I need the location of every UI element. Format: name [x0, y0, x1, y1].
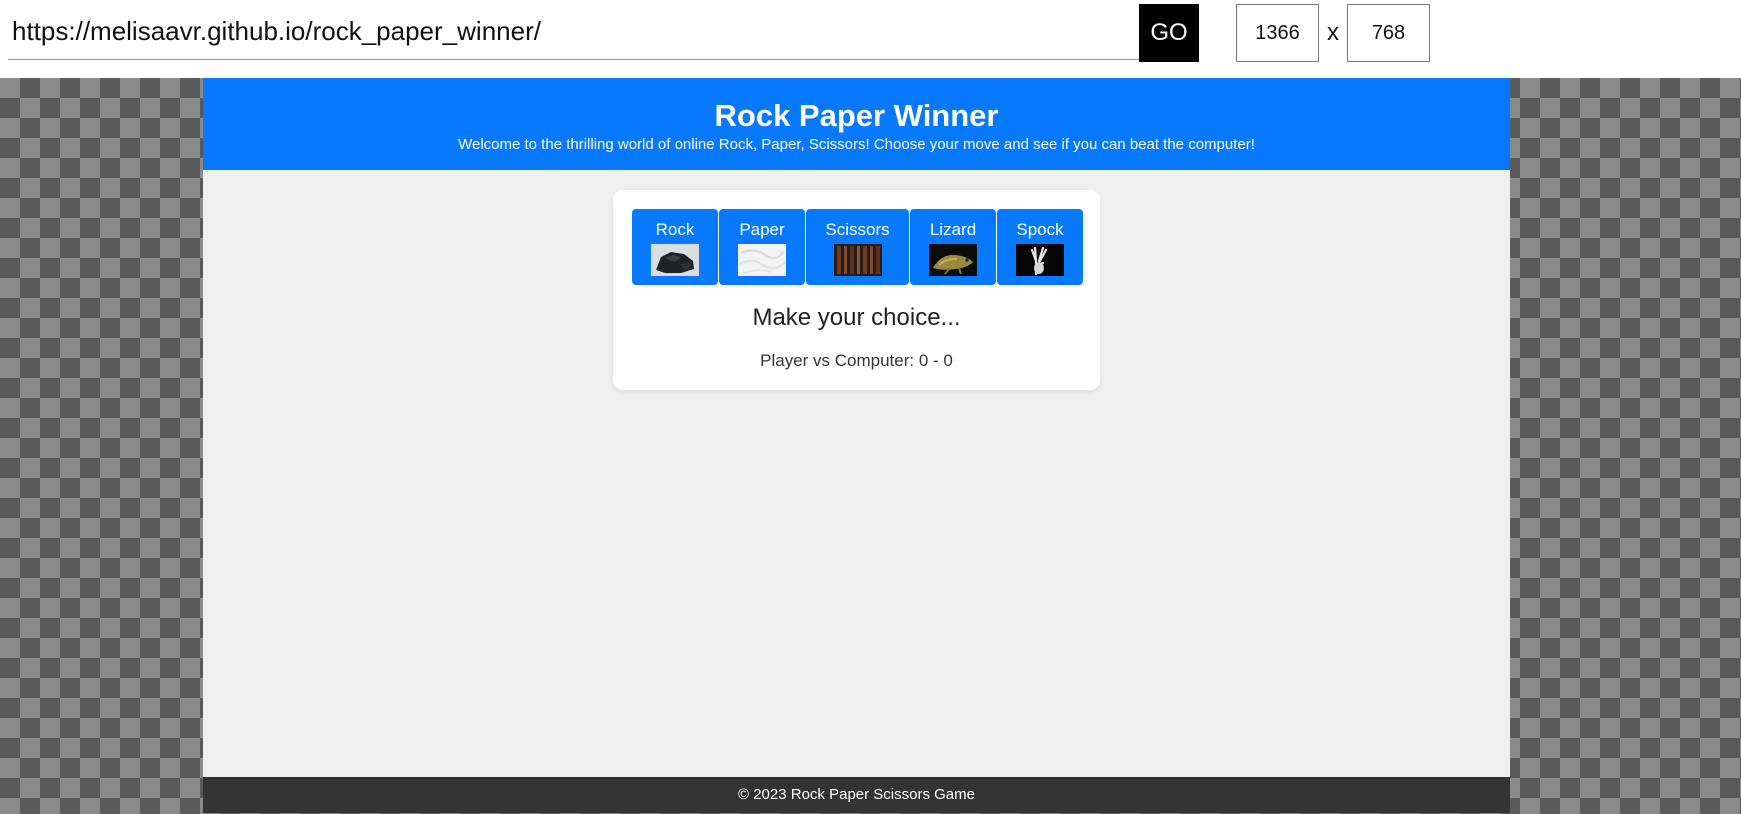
go-button[interactable]: GO: [1139, 4, 1199, 62]
scissors-image: [833, 244, 882, 276]
page-title: Rock Paper Winner: [714, 98, 999, 133]
site-header: Rock Paper Winner Welcome to the thrilli…: [203, 78, 1510, 170]
site-footer: © 2023 Rock Paper Scissors Game: [203, 777, 1510, 813]
choice-buttons: Rock Paper Scissors Lizard Spock: [632, 209, 1083, 285]
scissors-label: Scissors: [825, 220, 890, 239]
url-input[interactable]: [8, 4, 1139, 60]
lizard-button[interactable]: Lizard: [910, 209, 996, 285]
page-viewport: Rock Paper Winner Welcome to the thrilli…: [203, 78, 1510, 813]
lizard-image: [929, 244, 977, 276]
scissors-button[interactable]: Scissors: [806, 209, 909, 285]
rock-image: [651, 244, 699, 276]
lizard-label: Lizard: [929, 220, 977, 239]
paper-label: Paper: [739, 220, 785, 239]
spock-label: Spock: [1016, 220, 1064, 239]
result-message: Make your choice...: [752, 304, 961, 331]
dimension-separator: x: [1327, 19, 1339, 46]
viewport-width-input[interactable]: [1236, 4, 1319, 62]
rock-button[interactable]: Rock: [632, 209, 718, 285]
rock-label: Rock: [655, 220, 695, 239]
paper-button[interactable]: Paper: [719, 209, 805, 285]
spock-hand-image: [1016, 244, 1064, 276]
game-card: Rock Paper Scissors Lizard Spock Make yo…: [613, 190, 1100, 390]
page-subtitle: Welcome to the thrilling world of online…: [458, 136, 1255, 153]
checkerboard-background: Rock Paper Winner Welcome to the thrilli…: [0, 78, 1741, 814]
spock-button[interactable]: Spock: [997, 209, 1083, 285]
score-display: Player vs Computer: 0 - 0: [760, 351, 953, 370]
viewport-height-input[interactable]: [1347, 4, 1430, 62]
browser-toolbar: GO x: [0, 0, 1741, 78]
paper-image: [738, 244, 786, 276]
